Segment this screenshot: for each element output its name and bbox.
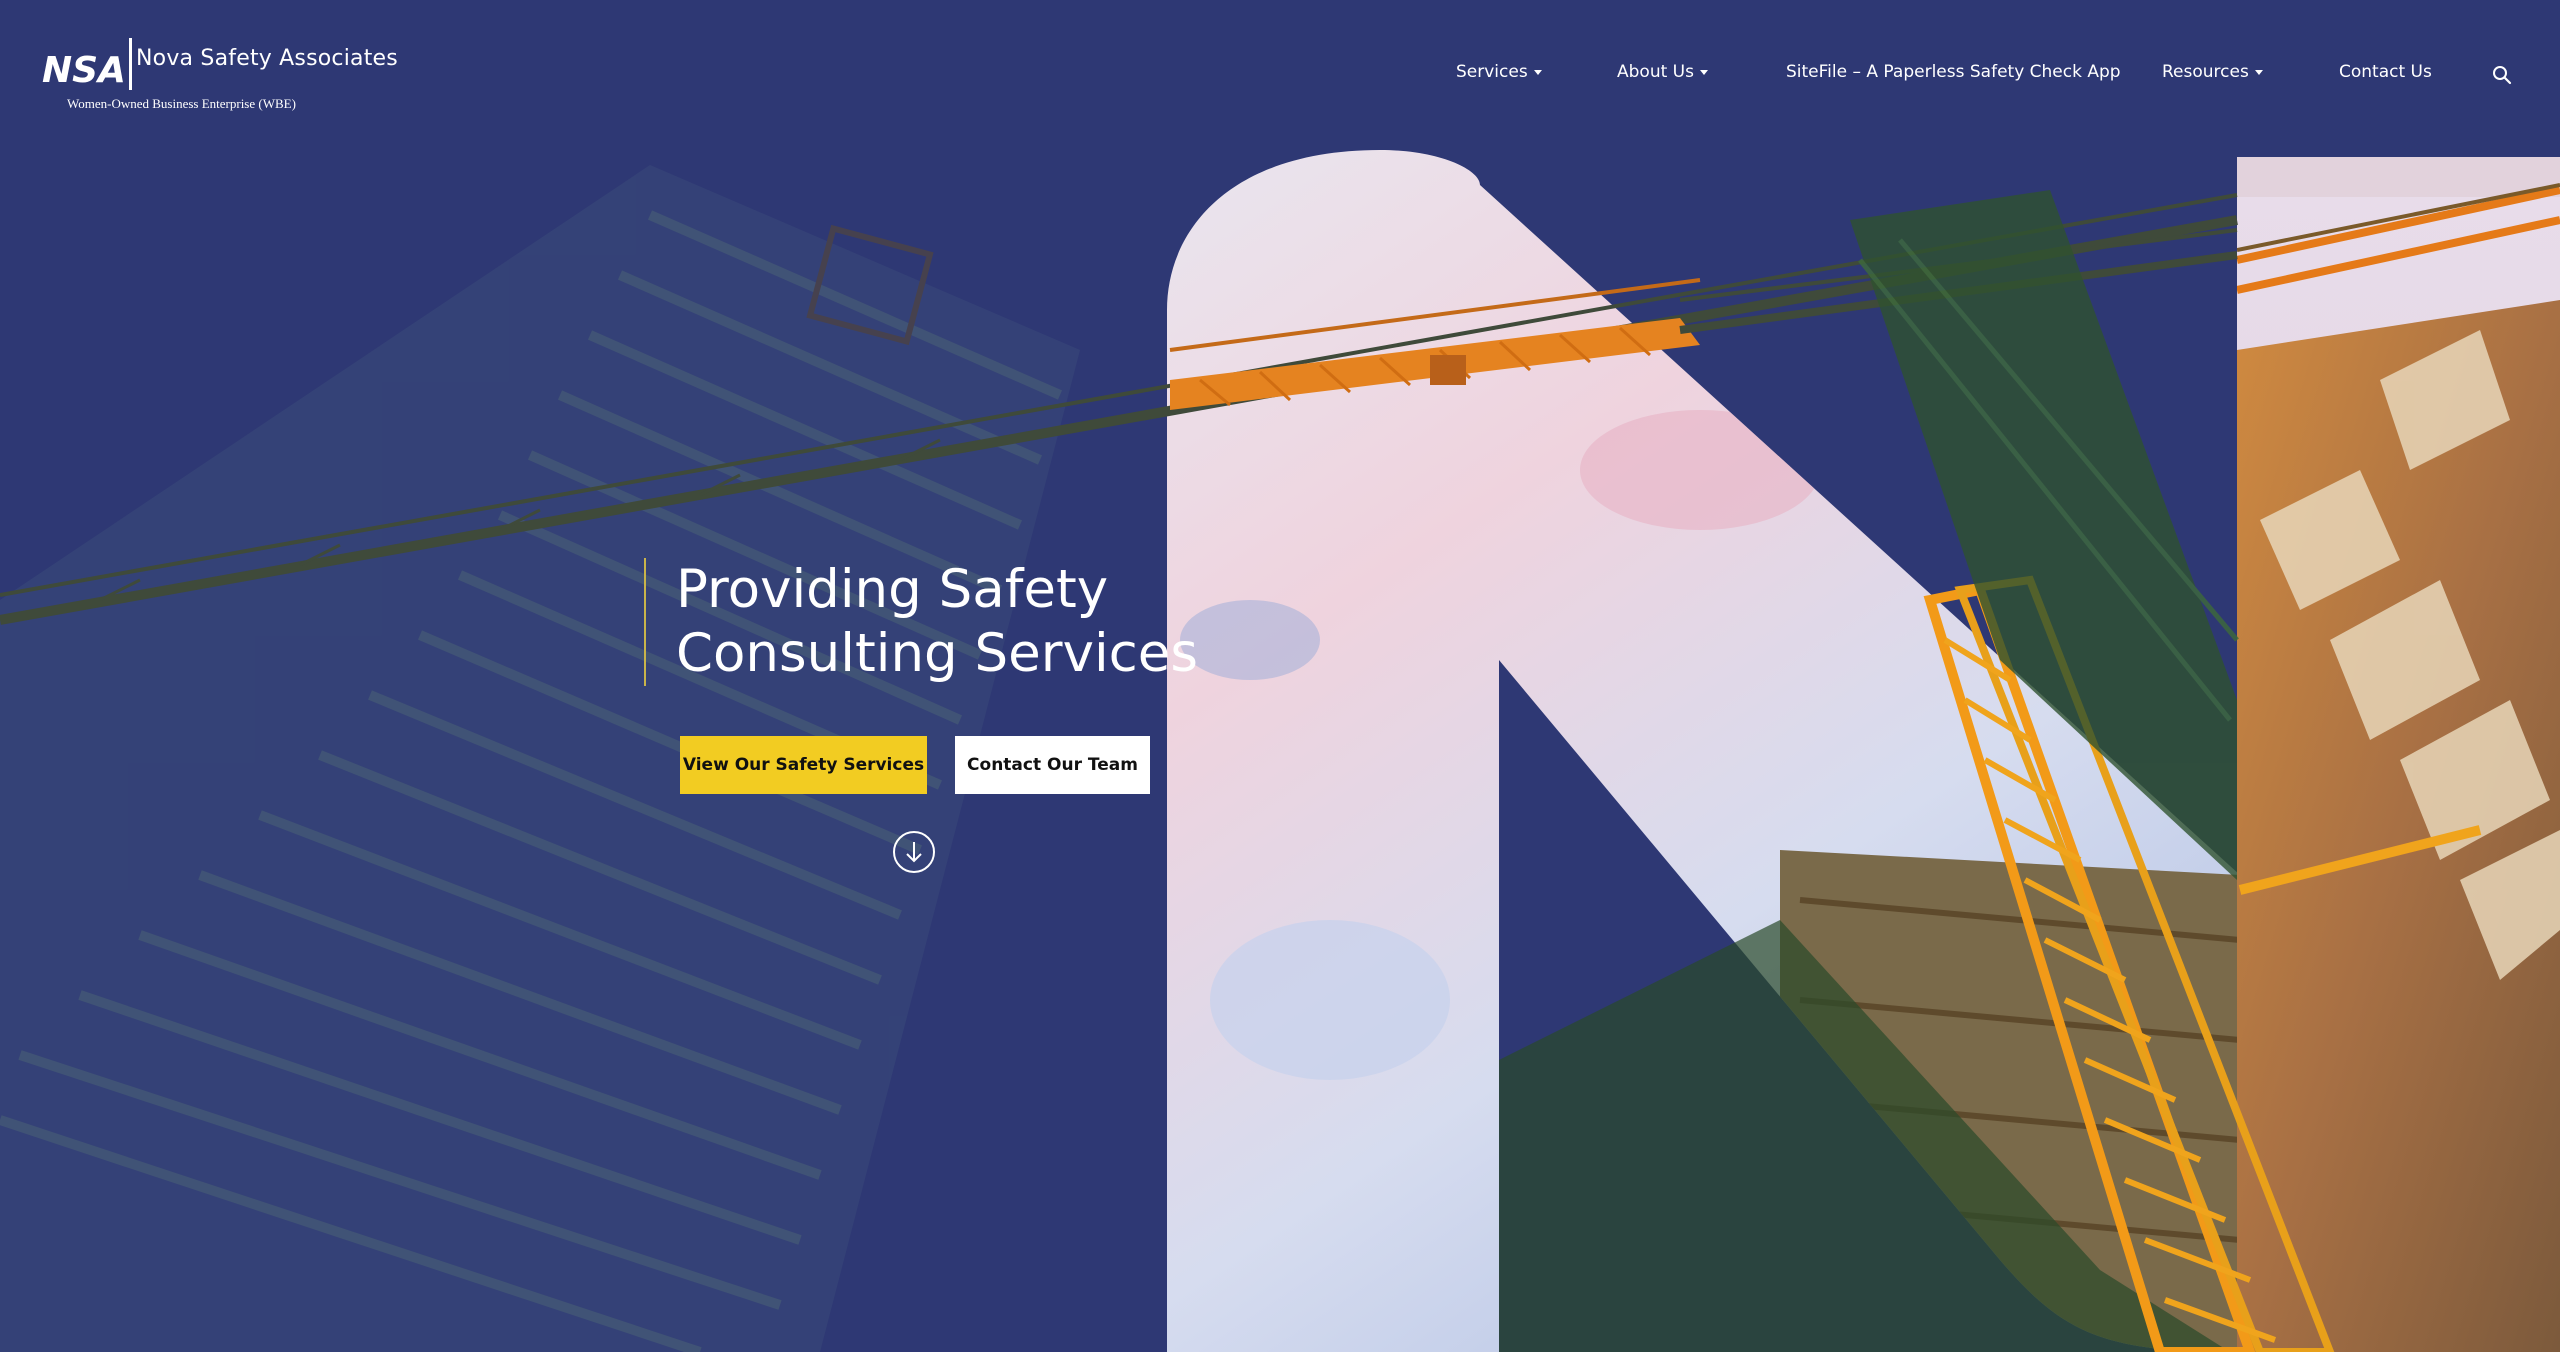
nav-item-label: Contact Us	[2339, 62, 2432, 82]
nav-item-label: About Us	[1617, 62, 1694, 82]
hero-headline-line-2: Consulting Services	[676, 623, 1199, 684]
chevron-down-icon	[1533, 69, 1542, 75]
hero-section: NSA Nova Safety Associates Women-Owned B…	[0, 0, 2560, 1352]
contact-our-team-button[interactable]: Contact Our Team	[955, 736, 1150, 794]
view-safety-services-button[interactable]: View Our Safety Services	[680, 736, 927, 794]
nav-item-services[interactable]: Services	[1456, 62, 1542, 82]
nav-item-sitefile[interactable]: SiteFile – A Paperless Safety Check App	[1786, 62, 2121, 82]
nav-item-label: Services	[1456, 62, 1528, 82]
hero-headline: Providing Safety Consulting Services	[676, 558, 1396, 686]
arrow-down-circle-icon	[893, 831, 935, 873]
chevron-down-icon	[1699, 69, 1708, 75]
search-button[interactable]	[2491, 64, 2513, 86]
hero-headline-line-1: Providing Safety	[676, 559, 1109, 620]
nav-item-resources[interactable]: Resources	[2162, 62, 2263, 82]
nav-item-about-us[interactable]: About Us	[1617, 62, 1708, 82]
main-nav: Services About Us SiteFile – A Paperless…	[0, 62, 2560, 88]
nav-item-label: SiteFile – A Paperless Safety Check App	[1786, 62, 2121, 82]
nav-item-contact-us[interactable]: Contact Us	[2339, 62, 2432, 82]
scroll-down-button[interactable]	[892, 830, 936, 874]
headline-accent-bar	[644, 558, 646, 686]
brand-tagline: Women-Owned Business Enterprise (WBE)	[67, 96, 296, 111]
chevron-down-icon	[2254, 69, 2263, 75]
right-photo-panel	[2237, 157, 2560, 1352]
search-icon	[2493, 66, 2512, 85]
nav-item-label: Resources	[2162, 62, 2249, 82]
